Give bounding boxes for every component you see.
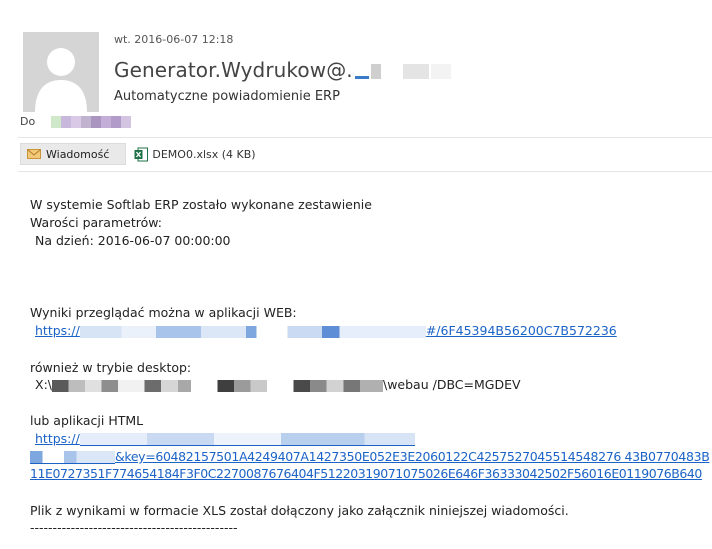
redacted-url [79,325,426,338]
desktop-path-end: \webau /DBC=MGDEV [383,377,521,392]
message-tab[interactable]: Wiadomość [20,143,127,165]
message-tab-label: Wiadomość [46,147,110,161]
redacted-block [402,64,429,79]
redacted-domain [354,76,369,79]
sender-avatar [23,32,99,112]
sent-date: wt. 2016-06-07 12:18 [114,33,234,46]
redacted-block [370,64,381,79]
attachment-file-name: DEMO0.xlsx (4 KB) [152,147,256,161]
divider [18,171,712,172]
separator-line: ----------------------------------------… [30,520,238,535]
html-link-line2-text: 11E0727351F774654184F3F0C2270087676404F5… [30,466,702,481]
redacted-url [30,451,115,464]
envelope-icon [27,149,41,159]
desktop-path: X:\ \webau /DBC=MGDEV [35,377,521,392]
html-label: lub aplikacji HTML [30,413,144,428]
web-label: Wyniki przeglądać można w aplikacji WEB: [30,305,297,320]
divider [18,137,712,138]
body-params-label: Warości parametrów: [30,215,162,230]
html-link-key-line[interactable]: &key=60482157501A4249407A1427350E052E3E2… [30,449,710,464]
redacted-block [430,64,451,79]
recipient-redacted[interactable] [51,115,132,128]
desktop-label: również w trybie desktop: [30,360,192,375]
person-icon [23,32,99,112]
body-param-date: Na dzień: 2016-06-07 00:00:00 [35,233,231,248]
web-link-end: #/6F45394B56200C7B572236 [425,323,617,338]
attachment-bar: Wiadomość DEMO0.xlsx (4 KB) [20,143,256,165]
recipients-row: Do [20,115,132,128]
sender-name: Generator.Wydrukow@. [114,58,353,82]
subject-line: Automatyczne powiadomienie ERP [114,89,340,104]
sender-address[interactable]: Generator.Wydrukow@. [114,58,451,82]
excel-file-icon [134,147,149,161]
body-intro: W systemie Softlab ERP zostało wykonane … [30,197,372,212]
html-link-line2[interactable]: 11E0727351F774654184F3F0C2270087676404F5… [30,466,702,481]
html-link[interactable]: https:// [35,431,415,446]
redacted-path [52,379,383,392]
redacted-url [79,433,415,446]
desktop-path-start: X:\ [35,377,52,392]
attachment-file[interactable]: DEMO0.xlsx (4 KB) [134,147,256,162]
to-label: Do [20,115,36,128]
html-link-start: https:// [35,431,80,446]
html-link-key: &key=60482157501A4249407A1427350E052E3E2… [115,449,710,464]
web-link[interactable]: https:// #/6F45394B56200C7B572236 [35,323,617,338]
redacted-block [382,64,401,79]
footer-note: Plik z wynikami w formacie XLS został do… [30,503,569,518]
web-link-start: https:// [35,323,80,338]
